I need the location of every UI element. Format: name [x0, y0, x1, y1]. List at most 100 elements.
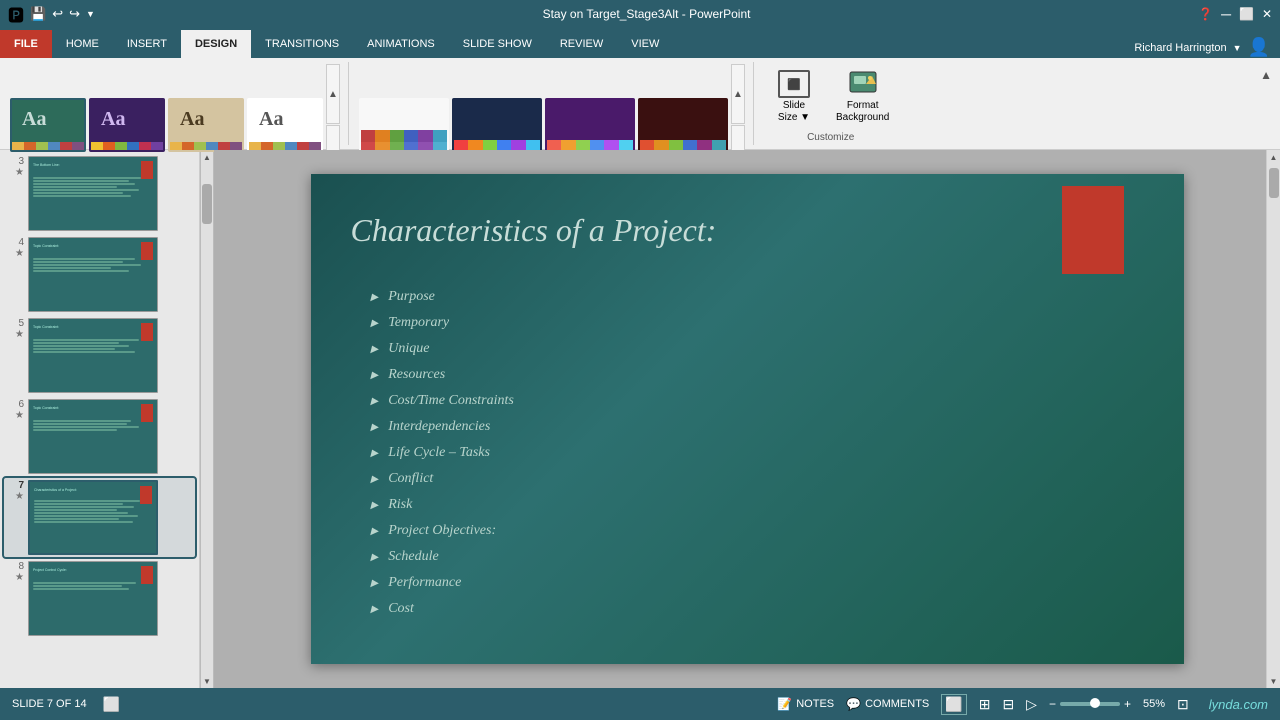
bullet-arrow-3: ▶: [371, 344, 379, 355]
themes-scroll-up[interactable]: ▲: [326, 64, 340, 124]
bullet-purpose: ▶ Purpose: [371, 289, 1144, 305]
theme-2[interactable]: Aa: [89, 98, 165, 152]
tab-insert[interactable]: INSERT: [113, 30, 181, 58]
slide-number-5: 5: [18, 318, 24, 329]
window-title: Stay on Target_Stage3Alt - PowerPoint: [95, 7, 1198, 21]
slide-thumb-8[interactable]: Project Control Cycle:: [28, 561, 158, 636]
customize-group: ⬛ SlideSize ▼ FormatBackground Customize: [756, 62, 905, 145]
app-icon: 🅿: [8, 2, 24, 26]
slide-number-7: 7: [18, 480, 24, 491]
user-dropdown-icon[interactable]: ▼: [1233, 43, 1242, 53]
lynda-logo: lynda.com: [1209, 697, 1268, 712]
theme-1[interactable]: Aa: [10, 98, 86, 152]
title-bar: 🅿 💾 ↩ ↪ ▼ Stay on Target_Stage3Alt - Pow…: [0, 0, 1280, 28]
canvas-scroll-down-arrow[interactable]: ▼: [1267, 674, 1280, 688]
bullet-cost-time: ▶ Cost/Time Constraints: [371, 393, 1144, 409]
collapse-ribbon-button[interactable]: ▲: [1258, 66, 1274, 84]
slide-item-7[interactable]: 7 ★ Characteristics of a Project:: [4, 478, 195, 557]
slide-thumb-5[interactable]: Topic Constraint:: [28, 318, 158, 393]
tab-view[interactable]: VIEW: [617, 30, 673, 58]
slide-thumb-4[interactable]: Topic Constraint:: [28, 237, 158, 312]
comments-button[interactable]: 💬 COMMENTS: [846, 697, 929, 711]
zoom-in-button[interactable]: +: [1124, 697, 1131, 711]
bullet-temporary: ▶ Temporary: [371, 315, 1144, 331]
tab-home[interactable]: HOME: [52, 30, 113, 58]
themes-group: Aa Aa: [6, 62, 349, 145]
slide-item-8[interactable]: 8 ★ Project Control Cycle:: [4, 559, 195, 638]
bullet-text-10: Project Objectives:: [388, 523, 496, 539]
scroll-up-arrow[interactable]: ▲: [200, 150, 214, 164]
minimize-button[interactable]: ─: [1221, 6, 1231, 22]
variants-group: ▲ ▼ Variants: [351, 62, 754, 145]
scroll-down-arrow[interactable]: ▼: [200, 674, 214, 688]
variant-2[interactable]: [452, 98, 542, 152]
restore-button[interactable]: ⬜: [1239, 7, 1254, 21]
slide-thumb-6[interactable]: Topic Constraint:: [28, 399, 158, 474]
slide-item-6[interactable]: 6 ★ Topic Constraint:: [4, 397, 195, 476]
tab-review[interactable]: REVIEW: [546, 30, 617, 58]
canvas-scroll-up-arrow[interactable]: ▲: [1267, 150, 1280, 164]
canvas-scroll-thumb[interactable]: [1269, 168, 1279, 198]
bullet-text-8: Conflict: [388, 471, 433, 487]
main-area: 3 ★ The Bottom Line: 4: [0, 150, 1280, 688]
theme-4[interactable]: Aa: [247, 98, 323, 152]
scroll-thumb[interactable]: [202, 184, 212, 224]
bullet-objectives: ▶ Project Objectives:: [371, 523, 1144, 539]
slide-size-label: SlideSize ▼: [778, 100, 810, 124]
tab-design[interactable]: DESIGN: [181, 30, 251, 58]
bullet-arrow-8: ▶: [371, 474, 379, 485]
slide-view-icon[interactable]: ⬜: [103, 696, 120, 713]
bullet-text-5: Cost/Time Constraints: [388, 393, 514, 409]
format-background-button[interactable]: FormatBackground: [828, 66, 897, 128]
bullet-arrow-6: ▶: [371, 422, 379, 433]
bullet-arrow-1: ▶: [371, 292, 379, 303]
tab-transitions[interactable]: TRANSITIONS: [251, 30, 353, 58]
reading-view-button[interactable]: ▷: [1026, 696, 1037, 713]
format-background-label: FormatBackground: [836, 100, 889, 124]
fit-slide-button[interactable]: ⊡: [1177, 696, 1189, 713]
zoom-out-button[interactable]: −: [1049, 697, 1056, 711]
slide-thumb-7[interactable]: Characteristics of a Project:: [28, 480, 158, 555]
bullet-arrow-13: ▶: [371, 604, 379, 615]
slide-star-3: ★: [15, 167, 24, 178]
slide-size-button[interactable]: ⬛ SlideSize ▼: [764, 66, 824, 128]
tab-file[interactable]: FILE: [0, 30, 52, 58]
notes-button[interactable]: 📝 NOTES: [777, 697, 834, 711]
bullet-text-1: Purpose: [388, 289, 435, 305]
quick-undo[interactable]: ↩: [52, 6, 63, 22]
slide-red-decoration: [1062, 186, 1124, 274]
slide-item-3[interactable]: 3 ★ The Bottom Line:: [4, 154, 195, 233]
quick-save[interactable]: 💾: [30, 6, 46, 22]
zoom-level[interactable]: 55%: [1143, 698, 1165, 710]
slide-item-4[interactable]: 4 ★ Topic Constraint:: [4, 235, 195, 314]
quick-redo[interactable]: ↪: [69, 6, 80, 22]
notes-icon: 📝: [777, 697, 792, 711]
slide-item-5[interactable]: 5 ★ Topic Constraint:: [4, 316, 195, 395]
tab-animations[interactable]: ANIMATIONS: [353, 30, 449, 58]
slide-star-7: ★: [15, 491, 24, 502]
normal-view-button[interactable]: ⬜: [941, 694, 966, 715]
variant-3[interactable]: [545, 98, 635, 152]
bullet-resources: ▶ Resources: [371, 367, 1144, 383]
theme-3[interactable]: Aa: [168, 98, 244, 152]
bullet-risk: ▶ Risk: [371, 497, 1144, 513]
variants-scroll-up[interactable]: ▲: [731, 64, 745, 124]
bullet-arrow-9: ▶: [371, 500, 379, 511]
slide-panel: 3 ★ The Bottom Line: 4: [0, 150, 200, 688]
variant-1[interactable]: [359, 98, 449, 152]
help-icon[interactable]: ❓: [1198, 7, 1213, 21]
slide-panel-scrollbar[interactable]: ▲ ▼: [200, 150, 214, 688]
customize-label: Customize: [764, 132, 897, 143]
close-button[interactable]: ✕: [1262, 7, 1272, 21]
outline-view-button[interactable]: ⊞: [979, 696, 991, 713]
canvas-right-scrollbar[interactable]: ▲ ▼: [1266, 150, 1280, 688]
comments-label: COMMENTS: [865, 698, 929, 710]
tab-slideshow[interactable]: SLIDE SHOW: [449, 30, 546, 58]
slide-info: SLIDE 7 OF 14: [12, 698, 87, 710]
variant-4[interactable]: [638, 98, 728, 152]
quick-more[interactable]: ▼: [86, 9, 95, 19]
slide-thumb-3[interactable]: The Bottom Line:: [28, 156, 158, 231]
slide-sorter-button[interactable]: ⊟: [1002, 696, 1014, 713]
zoom-slider[interactable]: [1060, 702, 1120, 706]
bullet-schedule: ▶ Schedule: [371, 549, 1144, 565]
